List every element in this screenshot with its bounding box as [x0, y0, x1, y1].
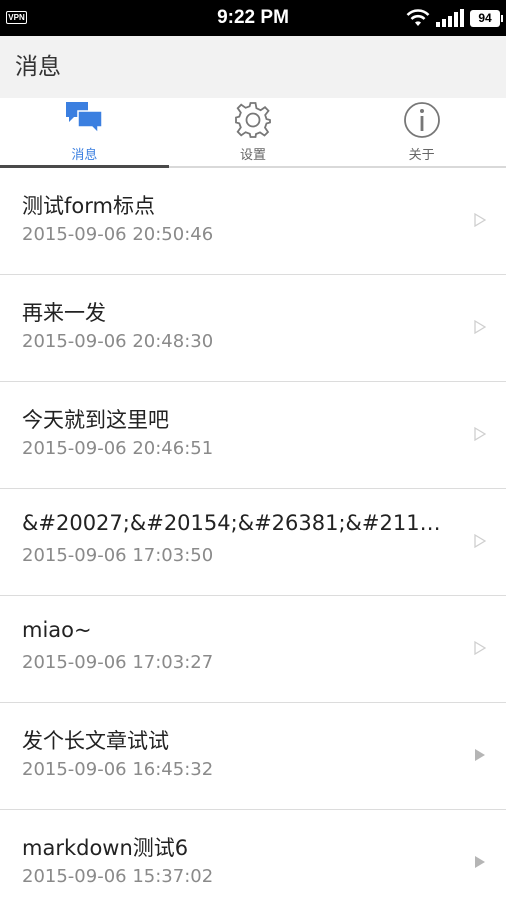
- list-item[interactable]: 测试form标点 2015-09-06 20:50:46: [0, 168, 506, 275]
- list-item[interactable]: 发个长文章试试 2015-09-06 16:45:32: [0, 703, 506, 810]
- message-time: 2015-09-06 15:37:02: [22, 866, 214, 887]
- chevron-right-icon: [474, 534, 486, 548]
- status-bar: VPN 9:22 PM 94: [0, 0, 506, 36]
- message-title: &#20027;&#20154;&#26381;&#21153;&..: [22, 511, 446, 535]
- info-icon: [403, 102, 440, 138]
- message-time: 2015-09-06 20:46:51: [22, 438, 214, 459]
- message-time: 2015-09-06 20:48:30: [22, 331, 214, 352]
- message-title: markdown测试6: [22, 836, 189, 860]
- app-bar: 消息: [0, 36, 506, 98]
- chevron-right-icon: [475, 749, 485, 761]
- chevron-right-icon: [474, 641, 486, 655]
- chevron-right-icon: [474, 427, 486, 441]
- message-title: 再来一发: [22, 301, 106, 325]
- message-time: 2015-09-06 17:03:50: [22, 545, 214, 566]
- chevron-right-icon: [475, 856, 485, 868]
- message-time: 2015-09-06 20:50:46: [22, 224, 214, 245]
- tab-messages[interactable]: 消息: [0, 98, 169, 168]
- wifi-icon: [406, 9, 430, 26]
- chevron-right-icon: [474, 320, 486, 334]
- battery-icon: 94: [470, 9, 503, 27]
- tab-label: 消息: [71, 148, 98, 163]
- gear-icon: [235, 102, 271, 138]
- tab-bar: 消息 设置 关于: [0, 98, 506, 168]
- list-item[interactable]: 今天就到这里吧 2015-09-06 20:46:51: [0, 382, 506, 489]
- message-title: 发个长文章试试: [22, 729, 169, 753]
- message-list: 测试form标点 2015-09-06 20:50:46 再来一发 2015-0…: [0, 168, 506, 900]
- tab-label: 关于: [408, 148, 435, 163]
- list-item[interactable]: markdown测试6 2015-09-06 15:37:02: [0, 810, 506, 900]
- list-item[interactable]: 再来一发 2015-09-06 20:48:30: [0, 275, 506, 382]
- list-item[interactable]: miao~ 2015-09-06 17:03:27: [0, 596, 506, 703]
- tab-about[interactable]: 关于: [337, 98, 506, 166]
- signal-icon: [436, 9, 464, 27]
- message-title: 今天就到这里吧: [22, 408, 169, 432]
- messages-icon: [66, 102, 104, 135]
- message-time: 2015-09-06 17:03:27: [22, 652, 214, 673]
- tab-settings[interactable]: 设置: [169, 98, 338, 166]
- list-item[interactable]: &#20027;&#20154;&#26381;&#21153;&.. 2015…: [0, 489, 506, 596]
- message-time: 2015-09-06 16:45:32: [22, 759, 214, 780]
- tab-label: 设置: [240, 148, 267, 163]
- message-title: 测试form标点: [22, 194, 155, 218]
- message-title: miao~: [22, 618, 92, 642]
- page-title: 消息: [15, 54, 61, 80]
- status-indicators: 94: [406, 8, 503, 28]
- chevron-right-icon: [474, 213, 486, 227]
